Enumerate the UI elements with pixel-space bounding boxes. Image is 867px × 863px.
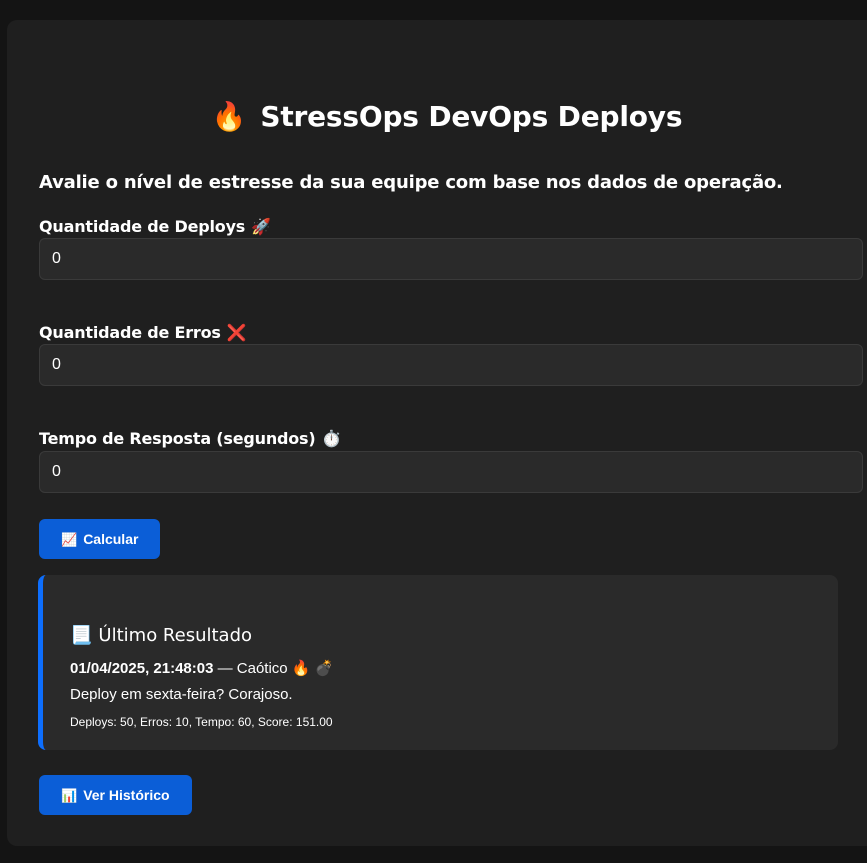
view-history-button-label: Ver Histórico xyxy=(83,787,170,803)
calculate-button[interactable]: 📈 Calcular xyxy=(39,519,161,559)
fire-icon: 🔥 xyxy=(211,100,247,133)
tempo-input[interactable]: 0 xyxy=(39,451,863,493)
deploys-label-text: Quantidade de Deploys xyxy=(39,217,246,236)
tempo-label: Tempo de Resposta (segundos) ⏱️ xyxy=(39,429,341,448)
deploys-input[interactable]: 0 xyxy=(39,238,863,280)
page-title: 🔥 StressOps DevOps Deploys xyxy=(7,100,867,133)
erros-label: Quantidade de Erros ❌ xyxy=(39,323,247,342)
page-title-text: StressOps DevOps Deploys xyxy=(260,100,683,133)
last-result-panel: 📃 Último Resultado 01/04/2025, 21:48:03 —… xyxy=(38,575,838,750)
last-result-title-text: Último Resultado xyxy=(98,625,253,646)
chart-increasing-icon: 📈 xyxy=(61,532,78,547)
calculate-button-label: Calcular xyxy=(83,531,139,547)
erros-input[interactable]: 0 xyxy=(39,344,863,386)
tempo-label-text: Tempo de Resposta (segundos) xyxy=(39,429,316,448)
main-card: 🔥 StressOps DevOps Deploys Avalie o nível… xyxy=(7,20,867,846)
erros-label-text: Quantidade de Erros xyxy=(39,323,221,342)
result-summary: 01/04/2025, 21:48:03 — Caótico 🔥 💣 xyxy=(70,659,333,677)
result-level: — Caótico xyxy=(217,660,288,677)
bar-chart-icon: 📊 xyxy=(61,788,78,803)
result-timestamp: 01/04/2025, 21:48:03 xyxy=(70,660,214,677)
rocket-icon: 🚀 xyxy=(251,217,271,236)
cross-mark-icon: ❌ xyxy=(226,323,247,342)
view-history-button[interactable]: 📊 Ver Histórico xyxy=(39,775,192,815)
stopwatch-icon: ⏱️ xyxy=(321,429,342,448)
deploys-label: Quantidade de Deploys 🚀 xyxy=(39,217,271,236)
page-subtitle: Avalie o nível de estresse da sua equipe… xyxy=(39,172,783,193)
last-result-title: 📃 Último Resultado xyxy=(70,625,252,646)
page-icon: 📃 xyxy=(70,625,93,646)
result-message: Deploy em sexta-feira? Corajoso. xyxy=(70,686,293,703)
result-details: Deploys: 50, Erros: 10, Tempo: 60, Score… xyxy=(70,715,333,729)
fire-bomb-icon: 🔥 💣 xyxy=(291,660,334,677)
